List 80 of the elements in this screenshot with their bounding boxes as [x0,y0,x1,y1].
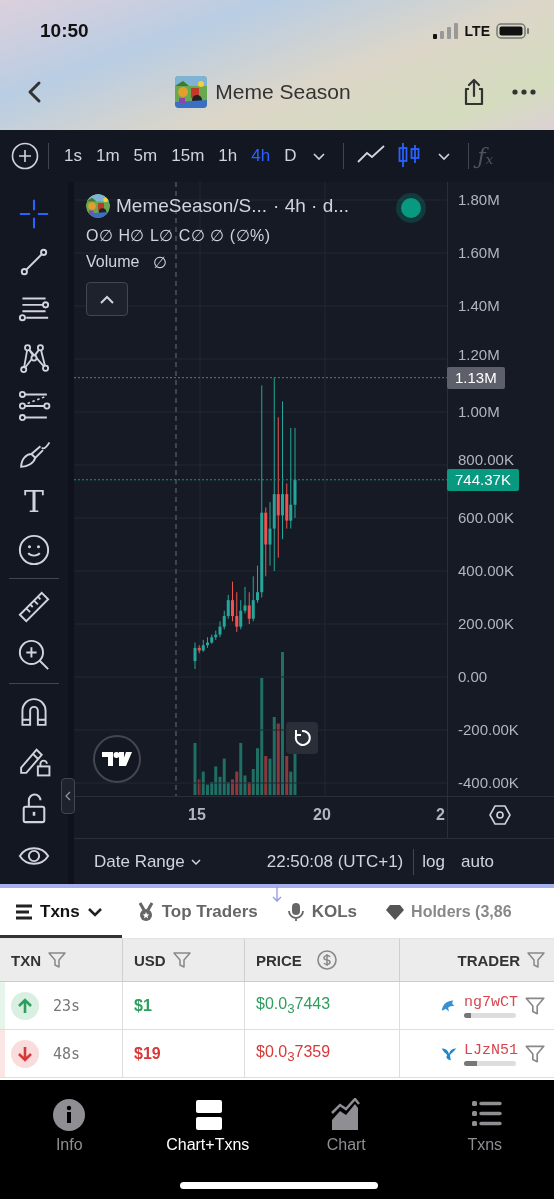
interval-tab[interactable]: D [277,142,304,170]
fib-lines-icon[interactable] [16,388,52,424]
chevron-up-icon [98,293,116,305]
price-axis-label: 400.00K [458,562,514,580]
filter-icon[interactable] [524,994,546,1017]
brand-logo-icon [102,751,132,767]
time-axis-label: 20 [313,806,331,824]
settings-icon[interactable] [489,804,511,826]
price-axis-label: 1.80M [458,191,500,209]
usd-amount: $19 [134,1044,161,1063]
page-title: Meme Season [215,80,351,104]
status-time: 10:50 [40,20,89,42]
signal-icon [432,23,459,39]
collapse-button[interactable] [86,282,128,316]
time-axis-label: 15 [188,806,206,824]
add-icon[interactable] [10,141,40,171]
interval-tab[interactable]: 4h [244,142,278,170]
zoom-in-icon[interactable] [16,637,52,673]
interval-tab[interactable]: 1s [57,142,89,170]
price-axis-label: 1.20M [458,346,500,364]
collapse-handle[interactable] [61,778,75,814]
volume-value: ∅ [153,253,168,272]
ohlc-values: O∅ H∅ L∅ C∅ ∅ (∅%) [86,226,272,245]
price-axis-label: -200.00K [458,721,519,739]
resize-arrow-icon[interactable] [271,886,283,902]
price-axis-label: 800.00K [458,451,514,469]
battery-icon [496,23,530,39]
info-icon [52,1098,87,1132]
filter-icon [526,950,546,970]
interval-tab[interactable]: 1h [211,142,245,170]
smiley-icon[interactable] [16,532,52,568]
reset-icon [292,728,312,748]
price-value: $0.0$_{3}$7359 [256,1042,331,1065]
trader-address[interactable]: ng7wCT [464,993,518,1011]
price-axis-label: 1.60M [458,244,500,262]
filter-icon [171,950,192,970]
chevron-left-icon [65,791,71,801]
interval-tab[interactable]: 5m [126,142,165,170]
column-header[interactable]: TRADER [400,939,554,981]
usd-amount: $1 [134,996,152,1015]
tab[interactable]: KOLs [271,888,372,938]
price-axis-label: 200.00K [458,615,514,633]
filter-icon [47,950,67,970]
price-line-label: 744.37K [447,468,519,491]
tab[interactable]: Top Traders [121,888,272,938]
ruler-icon[interactable] [16,589,52,625]
text-tool[interactable]: T [16,484,52,520]
price-axis-label: 1.40M [458,297,500,315]
filter-icon[interactable] [524,1042,546,1065]
timeframe-label: · 4h · d... [273,195,350,217]
nav-tab[interactable]: Chart [277,1080,416,1155]
txn-age: 23s [53,996,81,1015]
price-line-label: 1.13M [447,366,505,389]
price-axis-label: 0.00 [458,668,488,686]
scale-option[interactable]: log [422,851,453,872]
interval-tab[interactable]: 1m [88,142,127,170]
reset-button[interactable] [286,722,318,754]
column-header[interactable]: PRICE [245,939,400,981]
nav-tab[interactable]: Info [0,1080,139,1155]
scale-option[interactable]: auto [460,851,503,872]
clock-label: 22:50:08 (UTC+1) [266,851,404,872]
price-value: $0.0$_{3}$7443 [256,994,331,1017]
column-header[interactable]: TXN [0,939,123,981]
price-axis-label: 1.00M [458,403,500,421]
volume-label: Volume [86,253,140,272]
price-axis-label: -400.00K [458,774,519,792]
nav-tab[interactable]: Chart+Txns [138,1080,277,1155]
interval-tab[interactable]: 15m [164,142,212,170]
date-range-button[interactable]: Date Range [94,851,203,872]
column-header[interactable]: USD [123,939,245,981]
time-axis-label: 2 [436,806,445,824]
trader-address[interactable]: LJzN51 [464,1041,518,1059]
dollar-icon [315,949,338,971]
network-label: LTE [464,23,490,39]
symbol-label: MemeSeason/S... [116,195,268,217]
txn-age: 48s [53,1044,81,1063]
microphone-icon [285,901,306,922]
tab[interactable]: Holders (3,86 [371,888,512,938]
price-axis-label: 600.00K [458,509,514,527]
nav-tab[interactable]: Txns [415,1080,554,1155]
